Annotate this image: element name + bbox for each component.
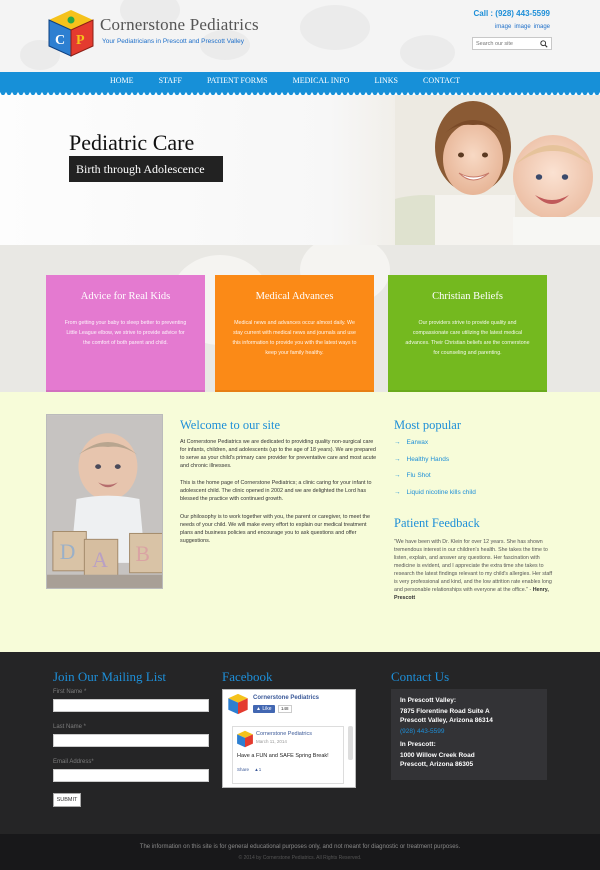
submit-button[interactable]: SUBMIT [53,793,81,807]
search-icon[interactable] [540,40,548,48]
social-link[interactable]: image [534,24,550,30]
fb-share-label[interactable]: Share [237,767,249,772]
popular-link-label[interactable]: Flu Shot [407,472,431,479]
card-title: Medical Advances [255,291,334,302]
fb-post-avatar-icon [237,730,253,748]
last-name-field[interactable] [53,734,209,747]
main-nav: HOME STAFF PATIENT FORMS MEDICAL INFO LI… [0,72,600,92]
copyright: © 2014 by Cornerstone Pediatrics. All Ri… [238,855,362,861]
nav-contact[interactable]: CONTACT [423,76,460,85]
main-content: D A B Welcome to our site At Cornerstone… [0,392,600,652]
svg-text:A: A [92,548,108,572]
first-name-field[interactable] [53,699,209,712]
card-text: From getting your baby to sleep better t… [64,320,187,346]
welcome-paragraph: At Cornerstone Pediatrics we are dedicat… [180,439,377,469]
popular-link[interactable]: → Flu Shot [394,472,476,489]
social-link[interactable]: image [495,24,511,30]
fb-like-button[interactable]: ▲ Like [253,705,275,713]
bottom-bar: The information on this site is for gene… [0,834,600,870]
welcome-paragraph: Our philosophy is to work together with … [180,514,370,544]
popular-link[interactable]: → Earwax [394,439,476,456]
popular-link-label[interactable]: Liquid nicotine kills child [407,489,476,496]
site-name[interactable]: Cornerstone Pediatrics [100,15,259,35]
fb-page-name[interactable]: Cornerstone Pediatrics [253,695,319,701]
card-text: Our providers strive to provide quality … [405,320,530,356]
card-title: Advice for Real Kids [80,291,171,302]
fb-like-count: 148 [278,705,292,713]
fb-post-author[interactable]: Cornerstone Pediatrics [256,731,312,737]
location-label: In Prescott: [400,741,436,748]
card-title: Christian Beliefs [432,291,503,302]
address-line: Prescott Valley, Arizona 86314 [400,716,493,724]
logo-cube-icon[interactable]: C P [47,8,95,58]
svg-text:C: C [55,33,65,48]
email-field[interactable] [53,769,209,782]
call-phone[interactable]: Call : (928) 443-5599 [474,9,551,18]
search-box [472,37,552,50]
card-medical-advances[interactable]: Medical Advances Medical news and advanc… [215,275,374,392]
first-name-label: First Name * [53,689,87,695]
feature-band: Advice for Real Kids From getting your b… [0,245,600,393]
most-popular-list: → Earwax → Healthy Hands → Flu Shot → Liquid… [394,439,476,505]
last-name-label: Last Name * [53,724,87,730]
popular-link[interactable]: → Healthy Hands [394,456,476,473]
feedback-quote: "We have been with Dr. Klein for over 12… [394,538,554,602]
hero-banner: Pediatric Care Birth through Adolescence [0,95,600,245]
fb-page-avatar-icon[interactable] [227,693,249,715]
most-popular-title: Most popular [394,418,462,432]
svg-text:D: D [60,540,76,564]
welcome-paragraph: This is the home page of Cornerstone Ped… [180,480,372,502]
email-label: Email Address* [53,759,94,765]
fb-scrollbar[interactable] [348,726,353,760]
social-links: image image image [495,24,550,30]
nav-links[interactable]: LINKS [374,76,398,85]
patient-feedback-title: Patient Feedback [394,516,480,530]
svg-text:P: P [76,33,85,48]
welcome-title: Welcome to our site [180,418,281,432]
card-advice[interactable]: Advice for Real Kids From getting your b… [46,275,205,392]
fb-like-label: Like [262,706,272,712]
site-tagline: Your Pediatricians in Prescott and Presc… [102,38,244,45]
arrow-icon: → [394,472,401,479]
baby-photo: D A B [46,414,163,589]
card-christian-beliefs[interactable]: Christian Beliefs Our providers strive t… [388,275,547,392]
arrow-icon: → [394,455,401,463]
fb-post-date: March 11, 2014 [256,739,287,744]
popular-link-label[interactable]: Healthy Hands [407,456,450,463]
nav-patient-forms[interactable]: PATIENT FORMS [207,76,268,85]
nav-medical-info[interactable]: MEDICAL INFO [293,76,350,85]
nav-staff[interactable]: STAFF [159,76,182,85]
social-link[interactable]: image [514,24,530,30]
fb-thumb-icon: ▲ [256,706,261,712]
hero-children-photo [395,95,600,245]
site-footer: Join Our Mailing List First Name * Last … [0,652,600,834]
fb-post: Cornerstone Pediatrics March 11, 2014 Ha… [232,726,344,784]
search-input[interactable] [473,38,537,49]
svg-text:B: B [135,542,149,566]
address-line: 7875 Florentine Road Suite A [400,708,490,715]
contact-phone[interactable]: (928) 443-5599 [400,728,538,735]
contact-title: Contact Us [391,669,450,684]
fb-post-text: Have a FUN and SAFE Spring Break! [237,753,329,759]
facebook-title: Facebook [222,669,273,684]
feedback-quote-text: "We have been with Dr. Klein for over 12… [394,539,553,593]
nav-home[interactable]: HOME [110,76,134,85]
hero-title: Pediatric Care [69,130,195,155]
facebook-widget: Cornerstone Pediatrics ▲ Like 148 Corner… [222,689,356,788]
card-text: Medical news and advances occur almost d… [232,320,357,356]
disclaimer: The information on this site is for gene… [139,844,461,850]
popular-link[interactable]: → Liquid nicotine kills child [394,489,476,506]
fb-share-link[interactable]: Share ▲1 [237,767,261,772]
mailing-list-title: Join Our Mailing List [53,669,167,684]
hero-subtitle: Birth through Adolescence [69,156,223,182]
arrow-icon: → [394,488,401,496]
contact-box: In Prescott Valley: 7875 Florentine Road… [391,689,547,780]
popular-link-label[interactable]: Earwax [407,439,429,446]
fb-post-likes: 1 [258,767,262,772]
arrow-icon: → [394,439,401,446]
site-header: C P Cornerstone Pediatrics Your Pediatri… [0,0,600,72]
location-label: In Prescott Valley: [400,697,456,704]
address-line: Prescott, Arizona 86305 [400,760,474,768]
address-line: 1000 Willow Creek Road [400,752,475,759]
